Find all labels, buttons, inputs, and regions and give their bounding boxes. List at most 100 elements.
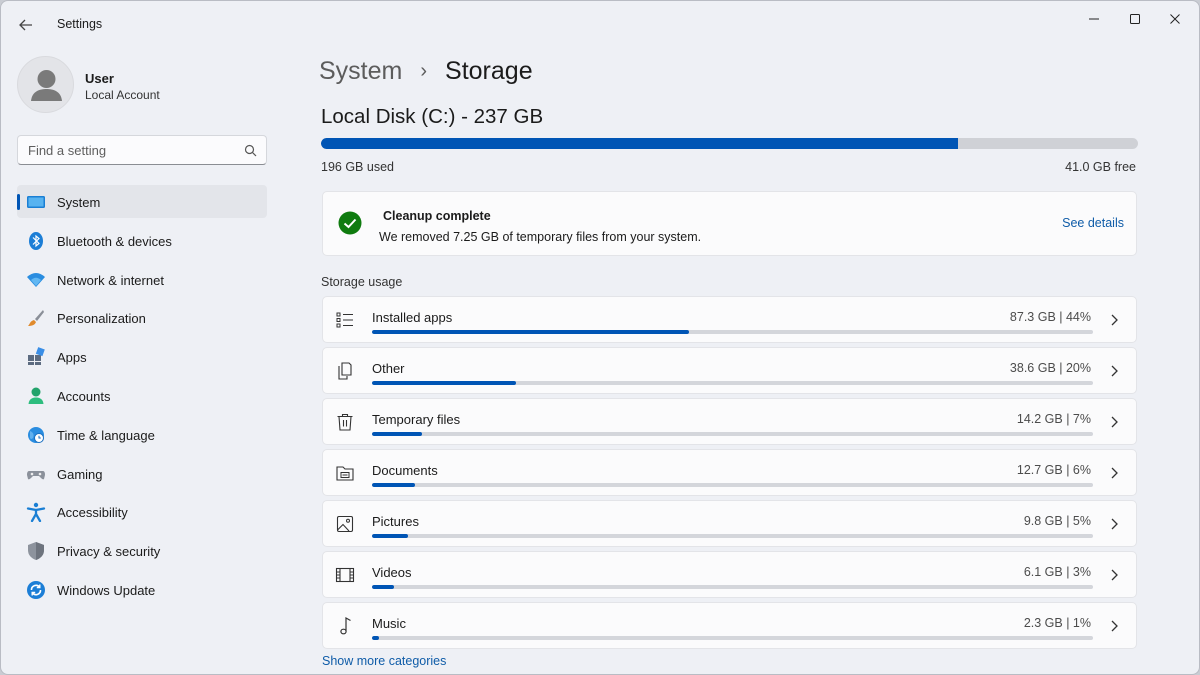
- category-label: Pictures: [372, 514, 419, 529]
- disk-usage-bar: [321, 138, 1138, 149]
- chevron-right-icon: [1111, 314, 1118, 326]
- system-icon: [26, 192, 46, 212]
- title-bar: Settings: [1, 1, 1199, 47]
- breadcrumb-parent[interactable]: System: [319, 57, 402, 86]
- sidebar-item-time-language[interactable]: Time & language: [17, 418, 267, 451]
- category-other[interactable]: Other 38.6 GB | 20%: [322, 347, 1137, 394]
- category-usage-bar: [372, 330, 1093, 334]
- category-usage-bar-fill: [372, 534, 409, 538]
- person-icon: [26, 386, 46, 406]
- cleanup-title: Cleanup complete: [383, 209, 491, 223]
- sidebar-item-label: Accounts: [57, 388, 111, 404]
- bluetooth-icon: [26, 231, 46, 251]
- storage-usage-heading: Storage usage: [321, 275, 403, 289]
- folder-icon: [335, 463, 355, 483]
- sidebar-item-gaming[interactable]: Gaming: [17, 457, 267, 490]
- category-usage-bar-fill: [372, 585, 394, 589]
- category-usage-bar-fill: [372, 432, 423, 436]
- chevron-right-icon: [1111, 620, 1118, 632]
- sidebar-item-system[interactable]: System: [17, 185, 267, 218]
- category-label: Videos: [372, 565, 412, 580]
- see-details-link[interactable]: See details: [1062, 216, 1124, 230]
- disk-free-label: 41.0 GB free: [1065, 160, 1136, 174]
- app-title: Settings: [57, 17, 103, 31]
- category-size: 38.6 GB | 20%: [1009, 361, 1091, 375]
- list-icon: [335, 310, 355, 330]
- sidebar-item-apps[interactable]: Apps: [17, 340, 267, 373]
- account-type: Local Account: [85, 88, 160, 102]
- sidebar-item-label: Apps: [57, 350, 87, 366]
- search-input[interactable]: Find a setting: [17, 135, 267, 165]
- category-temporary-files[interactable]: Temporary files 14.2 GB | 7%: [322, 398, 1137, 445]
- apps-icon: [26, 347, 46, 367]
- category-label: Temporary files: [372, 412, 461, 427]
- page-title: Storage: [445, 56, 533, 85]
- sidebar-item-privacy-security[interactable]: Privacy & security: [17, 534, 267, 567]
- chevron-right-icon: [1111, 518, 1118, 530]
- accessibility-icon: [26, 502, 46, 523]
- wifi-icon: [26, 270, 46, 290]
- sidebar-item-label: Accessibility: [57, 505, 128, 521]
- search-icon: [244, 144, 257, 157]
- category-documents[interactable]: Documents 12.7 GB | 6%: [322, 449, 1137, 496]
- category-size: 2.3 GB | 1%: [1023, 616, 1091, 630]
- category-label: Installed apps: [372, 310, 453, 325]
- sidebar-item-label: Gaming: [57, 466, 103, 482]
- close-icon[interactable]: [1160, 9, 1190, 29]
- picture-icon: [335, 514, 355, 534]
- person-silhouette-icon: [31, 70, 62, 101]
- category-usage-bar: [372, 534, 1093, 538]
- cleanup-message: We removed 7.25 GB of temporary files fr…: [379, 230, 702, 244]
- category-usage-bar-fill: [372, 330, 690, 334]
- active-indicator: [17, 194, 20, 210]
- trash-icon: [335, 412, 355, 432]
- back-arrow-icon[interactable]: [15, 14, 37, 36]
- checkmark-circle-icon: [338, 211, 362, 235]
- category-size: 12.7 GB | 6%: [1016, 463, 1091, 477]
- copy-icon: [335, 361, 355, 381]
- brush-icon: [26, 308, 46, 328]
- cleanup-card: Cleanup complete We removed 7.25 GB of t…: [322, 191, 1137, 256]
- sidebar-item-network[interactable]: Network & internet: [17, 263, 267, 296]
- category-usage-bar: [372, 585, 1093, 589]
- music-note-icon: [335, 616, 355, 636]
- category-size: 87.3 GB | 44%: [1009, 310, 1091, 324]
- film-icon: [335, 565, 355, 585]
- sidebar-item-personalization[interactable]: Personalization: [17, 301, 267, 334]
- category-label: Other: [372, 361, 405, 376]
- category-videos[interactable]: Videos 6.1 GB | 3%: [322, 551, 1137, 598]
- category-label: Documents: [372, 463, 438, 478]
- sidebar-nav: System Bluetooth & devices Network & int…: [17, 185, 267, 612]
- minimize-icon[interactable]: [1079, 9, 1109, 29]
- storage-category-list: Installed apps 87.3 GB | 44% Other 38.6 …: [322, 296, 1137, 653]
- show-more-categories-link[interactable]: Show more categories: [322, 654, 446, 668]
- chevron-right-icon: ›: [420, 59, 428, 82]
- category-pictures[interactable]: Pictures 9.8 GB | 5%: [322, 500, 1137, 547]
- sidebar-item-windows-update[interactable]: Windows Update: [17, 573, 267, 606]
- category-label: Music: [372, 616, 406, 631]
- shield-icon: [26, 541, 46, 561]
- disk-used-label: 196 GB used: [321, 160, 394, 174]
- disk-title: Local Disk (C:) - 237 GB: [321, 105, 544, 128]
- globe-clock-icon: [26, 425, 46, 445]
- maximize-icon[interactable]: [1120, 9, 1150, 29]
- sidebar-item-label: Personalization: [57, 311, 146, 327]
- category-size: 6.1 GB | 3%: [1023, 565, 1091, 579]
- sidebar-item-label: Bluetooth & devices: [57, 233, 172, 249]
- category-usage-bar-fill: [372, 381, 517, 385]
- gamepad-icon: [26, 464, 46, 484]
- sidebar-item-label: Privacy & security: [57, 544, 161, 560]
- sidebar-item-accounts[interactable]: Accounts: [17, 379, 267, 412]
- user-profile[interactable]: User Local Account: [17, 56, 267, 114]
- breadcrumb: System › Storage: [319, 54, 533, 88]
- sidebar-item-accessibility[interactable]: Accessibility: [17, 495, 267, 528]
- sidebar-item-bluetooth[interactable]: Bluetooth & devices: [17, 224, 267, 257]
- category-installed-apps[interactable]: Installed apps 87.3 GB | 44%: [322, 296, 1137, 343]
- disk-usage-bar-fill: [321, 138, 959, 149]
- category-usage-bar-fill: [372, 483, 416, 487]
- sidebar-item-label: Network & internet: [57, 272, 164, 288]
- category-usage-bar-fill: [372, 636, 380, 640]
- category-music[interactable]: Music 2.3 GB | 1%: [322, 602, 1137, 649]
- sidebar-item-label: System: [57, 195, 101, 210]
- category-usage-bar: [372, 432, 1093, 436]
